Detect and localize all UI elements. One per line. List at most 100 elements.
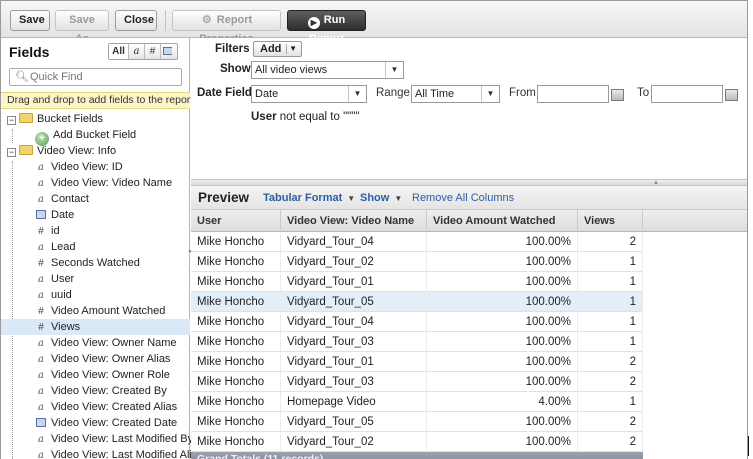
field-item[interactable]: Date	[35, 207, 74, 223]
tree-folder-info[interactable]: − Video View: Info	[7, 143, 116, 159]
folder-icon	[19, 113, 33, 123]
to-calendar-icon[interactable]	[725, 89, 738, 101]
field-label: Video View: Owner Name	[51, 337, 177, 349]
show-select[interactable]: All video views ▼	[251, 61, 404, 79]
field-item[interactable]: a Video View: ID	[35, 159, 123, 175]
field-item[interactable]: a Video View: Video Name	[35, 175, 172, 191]
cell-views: 2	[578, 372, 643, 392]
field-item[interactable]: # id	[35, 223, 60, 239]
collapse-icon[interactable]: −	[7, 148, 16, 157]
table-row[interactable]: Mike Honcho Vidyard_Tour_03 100.00% 1	[191, 332, 643, 352]
table-header: User Video View: Video Name Video Amount…	[191, 210, 747, 232]
column-header-views[interactable]: Views	[578, 210, 643, 232]
save-button[interactable]: Save	[10, 10, 50, 31]
filter-number-button[interactable]: #	[145, 44, 161, 59]
table-row[interactable]: Mike Honcho Vidyard_Tour_03 100.00% 2	[191, 372, 643, 392]
field-item[interactable]: a Video View: Last Modified Alias	[35, 447, 203, 459]
run-report-button[interactable]: ▶Run Report	[287, 10, 366, 45]
report-properties-button[interactable]: ⚙Report Properties	[172, 10, 281, 45]
field-item[interactable]: a Video View: Created By	[35, 383, 167, 399]
add-bucket-field[interactable]: + Add Bucket Field	[35, 127, 137, 146]
cell-views: 1	[578, 332, 643, 352]
add-filter-button[interactable]: Add ▼	[253, 41, 302, 57]
field-label: Lead	[51, 241, 76, 253]
filter-text-button[interactable]: a	[129, 44, 145, 59]
table-row[interactable]: Mike Honcho Vidyard_Tour_01 100.00% 1	[191, 272, 643, 292]
column-header-user[interactable]: User	[191, 210, 281, 232]
date-field-value: Date	[255, 88, 279, 100]
range-select[interactable]: All Time ▼	[411, 85, 500, 103]
column-header-video-name[interactable]: Video View: Video Name	[281, 210, 427, 232]
field-label: Seconds Watched	[51, 257, 140, 269]
column-header-amount-watched[interactable]: Video Amount Watched	[427, 210, 578, 232]
field-item[interactable]: a User	[35, 271, 74, 287]
field-label: id	[51, 225, 60, 237]
filter-all-button[interactable]: All	[109, 44, 129, 59]
field-item[interactable]: a Lead	[35, 239, 75, 255]
cell-video-name: Vidyard_Tour_04	[281, 312, 427, 332]
quick-find-input[interactable]	[30, 70, 178, 84]
field-item[interactable]: a Video View: Owner Alias	[35, 351, 170, 367]
report-area: Filters Add ▼ Show All video views ▼ Date …	[191, 38, 747, 459]
collapse-icon[interactable]: −	[7, 116, 16, 125]
field-item[interactable]: a Video View: Created Alias	[35, 399, 177, 415]
field-item[interactable]: Video View: Created Date	[35, 415, 177, 431]
from-date-input[interactable]	[537, 85, 609, 103]
date-field-select[interactable]: Date ▼	[251, 85, 367, 103]
field-item[interactable]: # Seconds Watched	[35, 255, 140, 271]
field-label: Video View: Created Date	[51, 417, 178, 429]
table-row[interactable]: Mike Honcho Vidyard_Tour_02 100.00% 2	[191, 432, 643, 452]
criteria-text: not equal to """"	[279, 111, 360, 123]
field-item[interactable]: # Video Amount Watched	[35, 303, 165, 319]
filter-date-button[interactable]	[161, 44, 177, 59]
filter-criteria[interactable]: User not equal to """"	[251, 111, 359, 123]
table-row[interactable]: Mike Honcho Vidyard_Tour_04 100.00% 1	[191, 312, 643, 332]
tabular-format-menu[interactable]: Tabular Format ▼	[263, 192, 355, 204]
tree-folder-bucket[interactable]: − Bucket Fields	[7, 111, 103, 127]
cell-views: 1	[578, 292, 643, 312]
tree-line	[12, 129, 13, 143]
folder-icon	[19, 145, 33, 155]
text-field-icon: a	[38, 162, 44, 173]
table-row[interactable]: Mike Honcho Homepage Video 4.00% 1	[191, 392, 643, 412]
table-row[interactable]: Mike Honcho Vidyard_Tour_02 100.00% 1	[191, 252, 643, 272]
field-item[interactable]: a Video View: Owner Name	[35, 335, 177, 351]
text-field-icon: a	[38, 354, 44, 365]
add-bucket-label: Add Bucket Field	[53, 129, 137, 141]
cell-video-name: Homepage Video	[281, 392, 427, 412]
field-label: Video View: Video Name	[51, 177, 173, 189]
show-menu[interactable]: Show ▼	[360, 192, 402, 204]
date-field-label: Date Field	[197, 87, 252, 99]
remove-all-columns-link[interactable]: Remove All Columns	[412, 192, 514, 204]
to-date-input[interactable]	[651, 85, 723, 103]
table-row[interactable]: Mike Honcho Vidyard_Tour_05 100.00% 1	[191, 292, 643, 312]
field-label: Video Amount Watched	[51, 305, 166, 317]
table-row[interactable]: Mike Honcho Vidyard_Tour_04 100.00% 2	[191, 232, 643, 252]
report-builder-window: Save Save As Close ⚙Report Properties ▶R…	[0, 0, 748, 459]
table-row[interactable]: Mike Honcho Vidyard_Tour_01 100.00% 2	[191, 352, 643, 372]
field-label: uuid	[51, 289, 72, 301]
field-item[interactable]: # Views	[1, 319, 190, 335]
calendar-icon	[163, 47, 172, 55]
table-row[interactable]: Mike Honcho Vidyard_Tour_05 100.00% 2	[191, 412, 643, 432]
field-item[interactable]: a Video View: Owner Role	[35, 367, 170, 383]
close-button[interactable]: Close	[115, 10, 157, 31]
cell-amount-watched: 100.00%	[427, 332, 578, 352]
cell-user: Mike Honcho	[191, 392, 281, 412]
cell-user: Mike Honcho	[191, 272, 281, 292]
panel-splitter[interactable]: ▲	[191, 179, 747, 186]
from-calendar-icon[interactable]	[611, 89, 624, 101]
number-field-icon: #	[38, 322, 44, 333]
tree-line	[12, 161, 13, 459]
field-item[interactable]: a Video View: Last Modified By	[35, 431, 193, 447]
cell-views: 2	[578, 412, 643, 432]
cell-amount-watched: 100.00%	[427, 312, 578, 332]
field-item[interactable]: a uuid	[35, 287, 72, 303]
field-label: Video View: Owner Role	[51, 369, 170, 381]
cell-video-name: Vidyard_Tour_05	[281, 292, 427, 312]
field-label: Video View: Owner Alias	[51, 353, 171, 365]
save-as-button[interactable]: Save As	[55, 10, 109, 45]
text-field-icon: a	[38, 194, 44, 205]
text-field-icon: a	[38, 290, 44, 301]
field-item[interactable]: a Contact	[35, 191, 89, 207]
